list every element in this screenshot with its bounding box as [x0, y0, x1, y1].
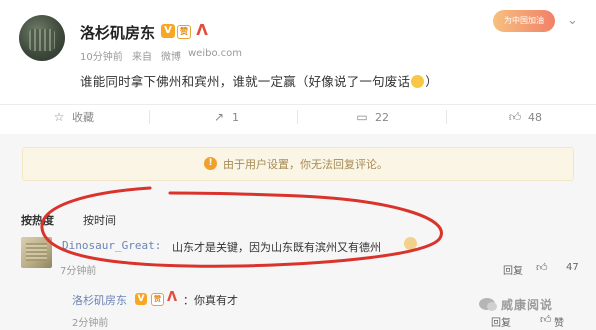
comment-count: 22 — [375, 111, 389, 124]
watermark: 威康阅说 — [501, 298, 554, 312]
reply-username[interactable]: 洛杉矶房东 — [72, 292, 127, 308]
thumbs-up-icon[interactable]: 👍︎ — [540, 313, 552, 326]
post-text: 谁能同时拿下佛州和宾州，谁就一定赢（好像说了一句废话 — [80, 74, 411, 89]
comment-text: 山东才是关键，因为山东既有滨州又有德州 — [172, 241, 381, 254]
member-badge-icon: 赞 — [151, 293, 164, 306]
chevron-down-icon[interactable]: ⌄ — [567, 14, 581, 28]
post-timestamp: 10分钟前 — [80, 52, 123, 63]
thumbs-up-icon[interactable]: 👍︎ — [536, 261, 548, 274]
avatar-image — [29, 29, 55, 51]
member-badge-icon: 赞 — [177, 25, 191, 39]
favorite-label: 收藏 — [72, 111, 94, 124]
favorite-button[interactable]: ☆ 收藏 — [52, 108, 94, 126]
share-count: 1 — [232, 111, 239, 124]
laughing-emoji-icon — [411, 75, 425, 88]
divider — [0, 104, 596, 105]
share-icon: ↗ — [213, 110, 225, 124]
reply-text: ：你真有才 — [183, 294, 238, 307]
divider — [297, 110, 298, 124]
warning-icon: ! — [204, 157, 217, 170]
commenter-avatar[interactable] — [21, 237, 52, 268]
reply-reply-button[interactable]: 回复 — [491, 314, 511, 329]
avatar-image — [26, 243, 47, 261]
comment-icon: ▭ — [356, 110, 368, 124]
notice-text: 由于用户设置，你无法回复评论。 — [223, 158, 388, 171]
like-button[interactable]: 👍︎ 48 — [508, 108, 542, 126]
divider — [446, 110, 447, 124]
post-source-domain: weibo.com — [188, 48, 242, 59]
comment-reply-button[interactable]: 回复 — [503, 262, 523, 277]
topic-badge[interactable]: 为中国加油 — [493, 10, 555, 32]
wechat-logo-icon — [479, 298, 497, 311]
poster-username[interactable]: 洛杉矶房东 — [80, 22, 155, 43]
thumbs-up-icon: 👍︎ — [508, 110, 522, 124]
level-badge-icon: Λ — [166, 290, 178, 305]
post-body: 谁能同时拿下佛州和宾州，谁就一定赢（好像说了一句废话 ） — [80, 71, 438, 90]
comment-timestamp: 7分钟前 — [60, 266, 97, 277]
verified-badge-icon: V — [135, 293, 147, 305]
reply-timestamp: 2分钟前 — [72, 318, 109, 329]
reply-like-button[interactable]: 赞 — [554, 314, 564, 329]
post-text-end: ） — [425, 74, 438, 89]
sort-by-time-tab[interactable]: 按时间 — [83, 212, 116, 228]
sort-by-hot-tab[interactable]: 按热度 — [21, 212, 54, 228]
commenter-username[interactable]: Dinosaur_Great: — [62, 239, 161, 252]
level-badge-icon: Λ — [196, 21, 208, 39]
like-count: 48 — [528, 111, 542, 124]
comment-like-count: 47 — [566, 262, 579, 273]
post-source: 微博 — [161, 52, 181, 63]
divider — [149, 110, 150, 124]
star-icon: ☆ — [53, 110, 65, 124]
poster-avatar[interactable] — [19, 15, 65, 61]
emoji-icon — [404, 237, 417, 250]
comment-button[interactable]: ▭ 22 — [355, 108, 389, 126]
share-button[interactable]: ↗ 1 — [212, 108, 239, 126]
post-source-prefix: 来自 — [132, 52, 152, 63]
verified-badge-icon: V — [161, 24, 175, 38]
